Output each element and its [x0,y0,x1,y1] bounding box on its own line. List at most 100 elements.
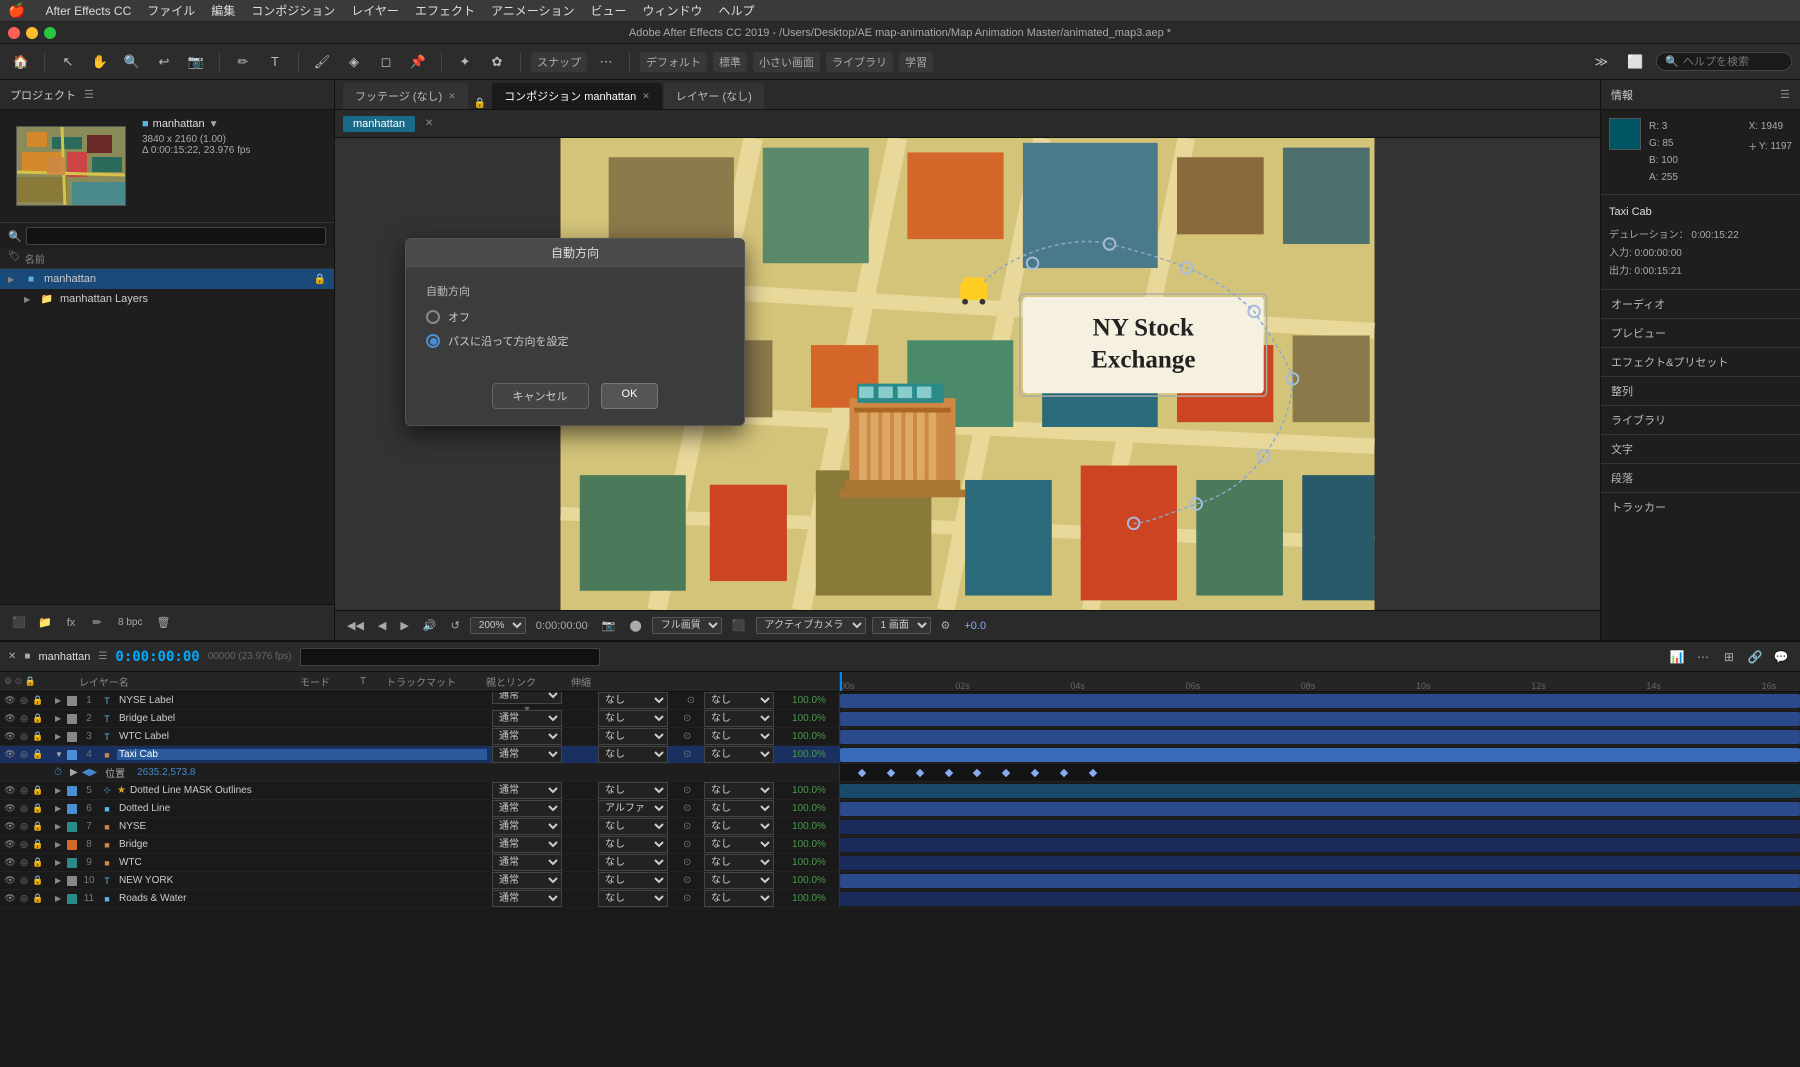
layer-name-7[interactable]: NYSE [117,821,487,832]
timeline-search-input[interactable] [300,648,600,666]
ok-button[interactable]: OK [601,383,659,409]
close-button[interactable] [8,27,20,39]
layer-row-2[interactable]: 👁 ◎ 🔒 ▶ 2 T Bridge Label 通常 なし [0,710,1800,728]
apple-logo[interactable]: 🍎 [8,2,25,19]
mode-select-6[interactable]: 通常 [492,800,562,817]
tab-composition[interactable]: コンポジション manhattan ✕ [492,83,662,109]
kf-1[interactable] [858,769,866,777]
solo-icon-9[interactable]: ◎ [18,857,30,869]
track-select-6[interactable]: アルファ [598,800,668,817]
eye-icon-2[interactable]: 👁 [4,713,16,725]
layer-name-1[interactable]: NYSE Label [117,695,487,706]
mode-select-8[interactable]: 通常 [492,836,562,853]
lock-icon-10[interactable]: 🔒 [32,875,44,887]
parent-select-11[interactable]: なし [704,890,774,907]
menu-view[interactable]: ビュー [590,2,626,19]
kf-6[interactable] [1002,769,1010,777]
solo-icon-10[interactable]: ◎ [18,875,30,887]
kf-2[interactable] [887,769,895,777]
tab-footage-close[interactable]: ✕ [448,91,456,102]
solo-icon-8[interactable]: ◎ [18,839,30,851]
layer-name-8[interactable]: Bridge [117,839,487,850]
snap-icon[interactable]: ⋯ [593,49,619,75]
cancel-button[interactable]: キャンセル [492,383,589,409]
parent-select-9[interactable]: なし [704,854,774,871]
parent-select-10[interactable]: なし [704,872,774,889]
expand-layer-6[interactable]: ▶ [55,804,65,813]
expand-layer-1[interactable]: ▶ [55,696,65,705]
tl-btn-graph[interactable]: 📊 [1666,646,1688,668]
info-preview-section[interactable]: プレビュー [1601,318,1800,347]
zoom-tool[interactable]: 🔍 [119,49,145,75]
layer-name-4[interactable]: Taxi Cab [117,749,487,760]
tab-comp-close[interactable]: ✕ [642,91,650,102]
screens-dropdown[interactable]: 1 画面 [872,617,931,634]
kf-4[interactable] [944,769,952,777]
solo-icon-2[interactable]: ◎ [18,713,30,725]
kf-5[interactable] [973,769,981,777]
expand-layer-4[interactable]: ▼ [55,750,65,759]
tl-btn-comment[interactable]: 💬 [1770,646,1792,668]
minimize-button[interactable] [26,27,38,39]
layer-row-4[interactable]: 👁 ◎ 🔒 ▼ 4 ■ Taxi Cab 通常 なし [0,746,1800,764]
default-label[interactable]: デフォルト [640,52,707,72]
track-select-11[interactable]: なし [598,890,668,907]
lock-icon-2[interactable]: 🔒 [32,713,44,725]
tab-footage[interactable]: フッテージ (なし) ✕ [343,83,468,109]
tl-btn-link[interactable]: 🔗 [1744,646,1766,668]
parent-select-7[interactable]: なし [704,818,774,835]
info-paragraph-section[interactable]: 段落 [1601,463,1800,492]
eye-icon-11[interactable]: 👁 [4,893,16,905]
library-label[interactable]: ライブラリ [826,52,893,72]
project-item-manhattan[interactable]: ▶ ■ manhattan 🔒 [0,269,334,289]
ctrl-loop[interactable]: ↺ [447,617,464,634]
expand-layer-9[interactable]: ▶ [55,858,65,867]
prop-value[interactable]: 2635.2,573.8 [137,767,195,778]
track-select-4[interactable]: なし [598,746,668,763]
kf-8[interactable] [1060,769,1068,777]
extend-btn[interactable]: ≫ [1588,49,1614,75]
track-select-2[interactable]: なし [598,710,668,727]
info-align-section[interactable]: 整列 [1601,376,1800,405]
maximize-button[interactable] [44,27,56,39]
mode-select-11[interactable]: 通常 [492,890,562,907]
mode-select-4[interactable]: 通常 [492,746,562,763]
menu-help[interactable]: ヘルプ [719,2,755,19]
lock-icon-7[interactable]: 🔒 [32,821,44,833]
expand-layer-3[interactable]: ▶ [55,732,65,741]
track-select-1[interactable]: なし [598,692,668,709]
lock-icon-layer[interactable]: 🔒 [32,695,44,707]
solo-icon-11[interactable]: ◎ [18,893,30,905]
help-search-input[interactable] [1683,56,1783,68]
ctrl-resolution[interactable]: ⬛ [728,617,750,634]
camera-dropdown[interactable]: アクティブカメラ [756,617,866,634]
layer-name-6[interactable]: Dotted Line [117,803,487,814]
menu-effect[interactable]: エフェクト [415,2,475,19]
expand-layer-5[interactable]: ▶ [55,786,65,795]
screen-btn[interactable]: ⬜ [1622,49,1648,75]
layer-row-3[interactable]: 👁 ◎ 🔒 ▶ 3 T WTC Label 通常 なし [0,728,1800,746]
radio-off[interactable] [426,310,440,324]
eye-icon[interactable]: 👁 [4,695,16,707]
parent-select-2[interactable]: なし [704,710,774,727]
effects-btn[interactable]: fx [60,612,82,634]
track-select-10[interactable]: なし [598,872,668,889]
solo-icon[interactable]: ◎ [18,695,30,707]
solo-icon-4[interactable]: ◎ [18,749,30,761]
project-item-manhattanlayers[interactable]: ▶ 📁 manhattan Layers [0,289,334,309]
small-label[interactable]: 小さい画面 [753,52,820,72]
comp-dropdown-arrow[interactable]: ▼ [209,119,219,130]
timeline-menu[interactable]: ☰ [98,651,107,662]
text-tool[interactable]: T [262,49,288,75]
layer-row-9[interactable]: 👁 ◎ 🔒 ▶ 9 ■ WTC 通常 なし ⊙ [0,854,1800,872]
prop-keyframe-nav-l[interactable]: ◀ [82,767,90,778]
info-character-section[interactable]: 文字 [1601,434,1800,463]
ctrl-play[interactable]: ▶ [396,617,412,634]
layer-row-6[interactable]: 👁 ◎ 🔒 ▶ 6 ■ Dotted Line 通常 アルファ [0,800,1800,818]
learn-label[interactable]: 学習 [899,52,933,72]
pen-tool[interactable]: ✏ [230,49,256,75]
eye-icon-3[interactable]: 👁 [4,731,16,743]
dialog-option-path[interactable]: パスに沿って方向を設定 [426,333,724,349]
menu-layer[interactable]: レイヤー [351,2,399,19]
parent-select-6[interactable]: なし [704,800,774,817]
